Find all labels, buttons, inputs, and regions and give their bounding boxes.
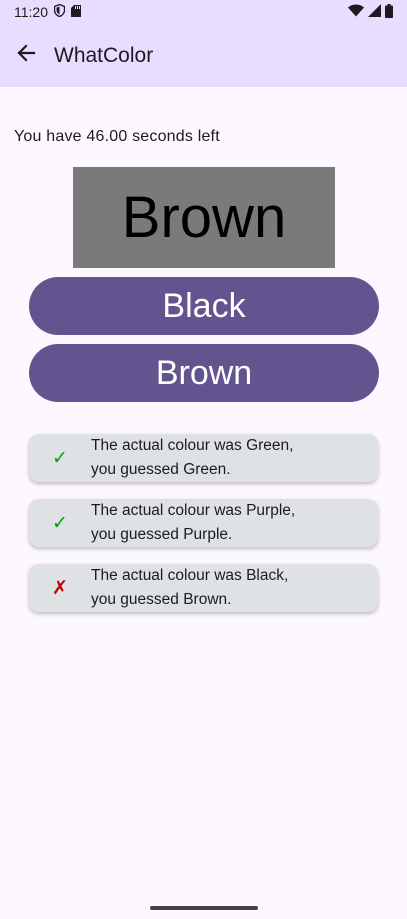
sd-card-icon [71, 4, 81, 20]
shield-icon [53, 3, 66, 20]
color-word-display: Brown [73, 167, 335, 268]
battery-icon [385, 3, 393, 21]
arrow-back-icon [16, 43, 36, 68]
cross-icon: ✗ [52, 577, 68, 599]
status-right [348, 3, 393, 21]
history-line-1: The actual colour was Green, [91, 437, 294, 454]
back-button[interactable] [2, 32, 50, 80]
history-line-1: The actual colour was Black, [91, 567, 289, 584]
wifi-icon [348, 4, 364, 20]
status-bar: 11:20 [0, 0, 407, 24]
choice-button-black[interactable]: Black [29, 277, 379, 335]
app-bar: WhatColor [0, 24, 407, 87]
history-text: The actual colour was Green, you guessed… [91, 434, 293, 482]
history-text: The actual colour was Purple, you guesse… [91, 499, 295, 547]
history-card: ✓ The actual colour was Green, you guess… [29, 434, 378, 482]
status-left: 11:20 [14, 3, 81, 20]
history-card: ✗ The actual colour was Black, you guess… [29, 564, 378, 612]
home-indicator[interactable] [150, 906, 258, 910]
check-icon: ✓ [52, 512, 68, 534]
status-time: 11:20 [14, 4, 48, 20]
history-line-2: you guessed Green. [91, 461, 231, 478]
history-text: The actual colour was Black, you guessed… [91, 564, 288, 612]
timer-text: You have 46.00 seconds left [14, 128, 220, 145]
history-line-2: you guessed Purple. [91, 526, 233, 543]
choice-button-brown[interactable]: Brown [29, 344, 379, 402]
check-icon: ✓ [52, 447, 68, 469]
history-card: ✓ The actual colour was Purple, you gues… [29, 499, 378, 547]
history-line-1: The actual colour was Purple, [91, 502, 296, 519]
history-line-2: you guessed Brown. [91, 591, 232, 608]
signal-icon [368, 4, 381, 20]
app-title: WhatColor [54, 43, 154, 67]
